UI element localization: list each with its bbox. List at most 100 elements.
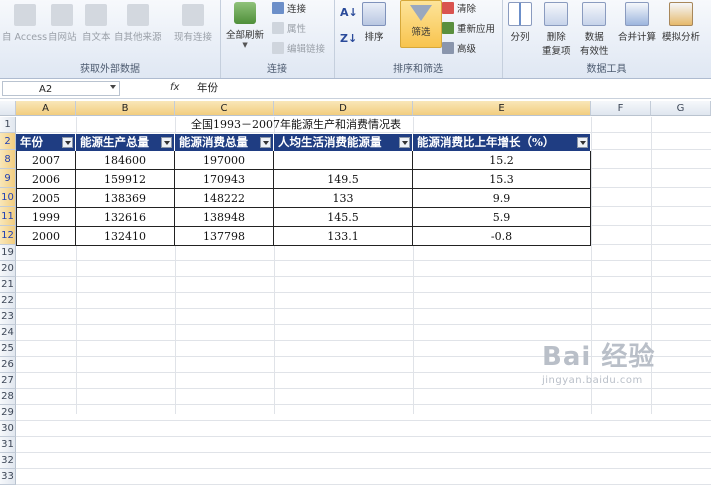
row-header[interactable]: 8 [0, 150, 16, 169]
from-text-button[interactable]: 自文本 [82, 4, 111, 43]
table-cell[interactable]: 149.5 [274, 170, 413, 189]
refresh-all-button[interactable]: 全部刷新 ▼ [226, 2, 264, 49]
select-all-corner[interactable] [0, 101, 16, 116]
row-header[interactable]: 21 [0, 277, 16, 293]
connection-icon [272, 2, 284, 14]
row-header[interactable]: 10 [0, 188, 16, 207]
connections-button[interactable]: 连接 [272, 1, 306, 15]
row-header[interactable]: 9 [0, 169, 16, 188]
header-cell-energy-consumption[interactable]: 能源消费总量 [175, 134, 274, 151]
row-header[interactable]: 28 [0, 389, 16, 405]
column-header-b[interactable]: B [76, 101, 175, 116]
group-data-tools: 分列 删除 重复项 数据 有效性 合并计算 模拟分析 数据工具 [502, 0, 711, 78]
row-header[interactable]: 31 [0, 437, 16, 453]
table-cell[interactable]: 170943 [175, 170, 274, 189]
row-header[interactable]: 11 [0, 207, 16, 226]
text-file-icon [85, 4, 108, 26]
table-cell[interactable]: 138948 [175, 208, 274, 227]
table-cell[interactable]: -0.8 [413, 227, 591, 246]
table-cell[interactable]: 1999 [16, 208, 76, 227]
header-cell-energy-production[interactable]: 能源生产总量 [76, 134, 175, 151]
sort-descending-icon[interactable]: Z↓ [340, 32, 357, 45]
edit-links-button[interactable]: 编辑链接 [272, 41, 325, 55]
row-header[interactable]: 12 [0, 226, 16, 245]
row-header[interactable]: 23 [0, 309, 16, 325]
properties-button[interactable]: 属性 [272, 21, 306, 35]
filter-dropdown-icon[interactable] [62, 137, 73, 148]
clear-button[interactable]: 清除 [442, 1, 476, 15]
filter-dropdown-icon[interactable] [577, 137, 588, 148]
table-cell[interactable]: 137798 [175, 227, 274, 246]
row-header[interactable]: 30 [0, 421, 16, 437]
reapply-button[interactable]: 重新应用 [442, 21, 495, 35]
row-header[interactable]: 19 [0, 245, 16, 261]
header-cell-per-capita[interactable]: 人均生活消费能源量 [274, 134, 413, 151]
row-header[interactable]: 32 [0, 453, 16, 469]
table-cell[interactable]: 2000 [16, 227, 76, 246]
column-header-e[interactable]: E [413, 101, 591, 116]
split-columns-icon [508, 2, 532, 26]
table-cell[interactable]: 132410 [76, 227, 175, 246]
table-cell[interactable]: 138369 [76, 189, 175, 208]
reapply-icon [442, 22, 454, 34]
column-header-c[interactable]: C [175, 101, 274, 116]
table-cell[interactable]: 184600 [76, 151, 175, 170]
column-header-f[interactable]: F [591, 101, 651, 116]
what-if-analysis-button[interactable]: 模拟分析 [662, 2, 700, 43]
filter-button[interactable]: 筛选 [400, 0, 442, 48]
function-icon[interactable]: fx [170, 82, 179, 93]
header-cell-year[interactable]: 年份 [16, 134, 76, 151]
sort-ascending-icon[interactable]: A↓ [340, 6, 358, 19]
from-web-button[interactable]: 自网站 [48, 4, 77, 43]
remove-duplicates-button[interactable]: 删除 重复项 [542, 2, 571, 57]
row-header[interactable]: 26 [0, 357, 16, 373]
table-cell[interactable]: 159912 [76, 170, 175, 189]
row-header[interactable]: 25 [0, 341, 16, 357]
row-header[interactable]: 24 [0, 325, 16, 341]
row-header[interactable]: 29 [0, 405, 16, 421]
column-header-a[interactable]: A [16, 101, 76, 116]
table-cell[interactable]: 133.1 [274, 227, 413, 246]
row-header[interactable]: 20 [0, 261, 16, 277]
table-cell[interactable]: 15.2 [413, 151, 591, 170]
row-header[interactable]: 22 [0, 293, 16, 309]
from-other-sources-button[interactable]: 自其他来源 [114, 4, 162, 43]
table-cell[interactable] [274, 151, 413, 170]
gridline [16, 452, 711, 453]
table-cell[interactable]: 145.5 [274, 208, 413, 227]
table-cell[interactable]: 132616 [76, 208, 175, 227]
table-cell[interactable]: 9.9 [413, 189, 591, 208]
column-header-d[interactable]: D [274, 101, 413, 116]
advanced-button[interactable]: 高级 [442, 41, 476, 55]
name-box[interactable]: A2 [2, 81, 120, 96]
row-header[interactable]: 33 [0, 469, 16, 485]
formula-input[interactable]: 年份 [197, 81, 218, 96]
table-cell[interactable]: 197000 [175, 151, 274, 170]
text-to-columns-button[interactable]: 分列 [508, 2, 532, 43]
consolidate-button[interactable]: 合并计算 [618, 2, 656, 43]
table-title[interactable]: 全国1993－2007年能源生产和消费情况表 [76, 117, 516, 133]
table-cell[interactable]: 2007 [16, 151, 76, 170]
table-cell[interactable]: 133 [274, 189, 413, 208]
edit-links-icon [272, 42, 284, 54]
column-header-g[interactable]: G [651, 101, 711, 116]
data-validation-icon [582, 2, 607, 26]
from-access-button[interactable]: 自 Access [2, 4, 47, 43]
sort-button[interactable]: 排序 [362, 2, 386, 43]
name-box-dropdown-icon[interactable] [110, 85, 116, 89]
data-validation-button[interactable]: 数据 有效性 [580, 2, 609, 57]
row-header[interactable]: 1 [0, 117, 16, 133]
row-header[interactable]: 2 [0, 133, 16, 150]
row-header[interactable]: 27 [0, 373, 16, 389]
table-cell[interactable]: 15.3 [413, 170, 591, 189]
table-cell[interactable]: 2005 [16, 189, 76, 208]
table-cell[interactable]: 2006 [16, 170, 76, 189]
existing-connections-button[interactable]: 现有连接 [174, 4, 212, 43]
table-cell[interactable]: 5.9 [413, 208, 591, 227]
filter-dropdown-icon[interactable] [161, 137, 172, 148]
table-cell[interactable]: 148222 [175, 189, 274, 208]
header-cell-growth[interactable]: 能源消费比上年增长（%） [413, 134, 591, 151]
filter-dropdown-icon[interactable] [260, 137, 271, 148]
remove-duplicates-icon [544, 2, 569, 26]
filter-dropdown-icon[interactable] [399, 137, 410, 148]
